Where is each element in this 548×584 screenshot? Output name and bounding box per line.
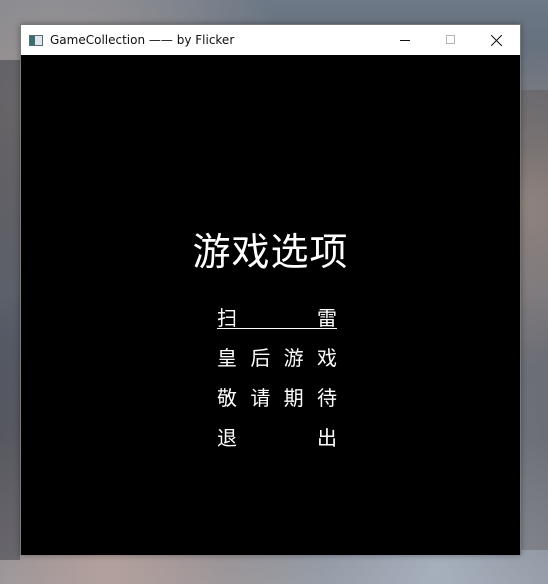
menu-item-coming-soon[interactable]: 敬 请 期 待: [217, 382, 337, 422]
menu-item-queens-game[interactable]: 皇 后 游 戏: [217, 342, 337, 382]
menu-item-char: 游: [283, 346, 304, 370]
minimize-icon: [400, 40, 410, 41]
menu-item-char: 退: [217, 426, 237, 450]
menu-item-char: 皇: [217, 346, 237, 370]
menu-item-exit[interactable]: 退 出: [217, 422, 337, 462]
menu-title: 游戏选项: [192, 230, 349, 274]
minimize-button[interactable]: [382, 25, 428, 55]
selection-underline: [217, 328, 337, 329]
menu-item-char: 戏: [316, 346, 337, 370]
menu-item-char: 敬: [217, 386, 237, 410]
menu-item-char: 待: [316, 386, 337, 410]
window-title: GameCollection —— by Flicker: [50, 33, 235, 47]
window-controls: [382, 25, 520, 55]
menu-item-char: 出: [317, 426, 337, 450]
game-menu-canvas: 游戏选项 扫 雷 皇 后 游 戏 敬 请 期 待 退 出: [21, 55, 520, 555]
close-icon: [491, 34, 503, 46]
menu-item-char: 扫: [217, 306, 237, 330]
maximize-icon: [446, 35, 455, 44]
menu-item-char: 期: [283, 386, 304, 410]
menu-item-char: 请: [250, 386, 271, 410]
maximize-button[interactable]: [428, 25, 474, 55]
app-window: GameCollection —— by Flicker 游戏选项 扫 雷 皇 …: [20, 24, 521, 555]
menu-item-char: 后: [250, 346, 271, 370]
menu-list: 扫 雷 皇 后 游 戏 敬 请 期 待 退 出: [217, 302, 337, 462]
title-bar[interactable]: GameCollection —— by Flicker: [21, 25, 520, 55]
app-window-icon[interactable]: [29, 34, 43, 46]
menu-item-minesweeper[interactable]: 扫 雷: [217, 302, 337, 342]
menu-item-char: 雷: [317, 306, 337, 330]
close-button[interactable]: [474, 25, 520, 55]
background-shape: [521, 90, 548, 550]
background-shape: [0, 60, 20, 560]
